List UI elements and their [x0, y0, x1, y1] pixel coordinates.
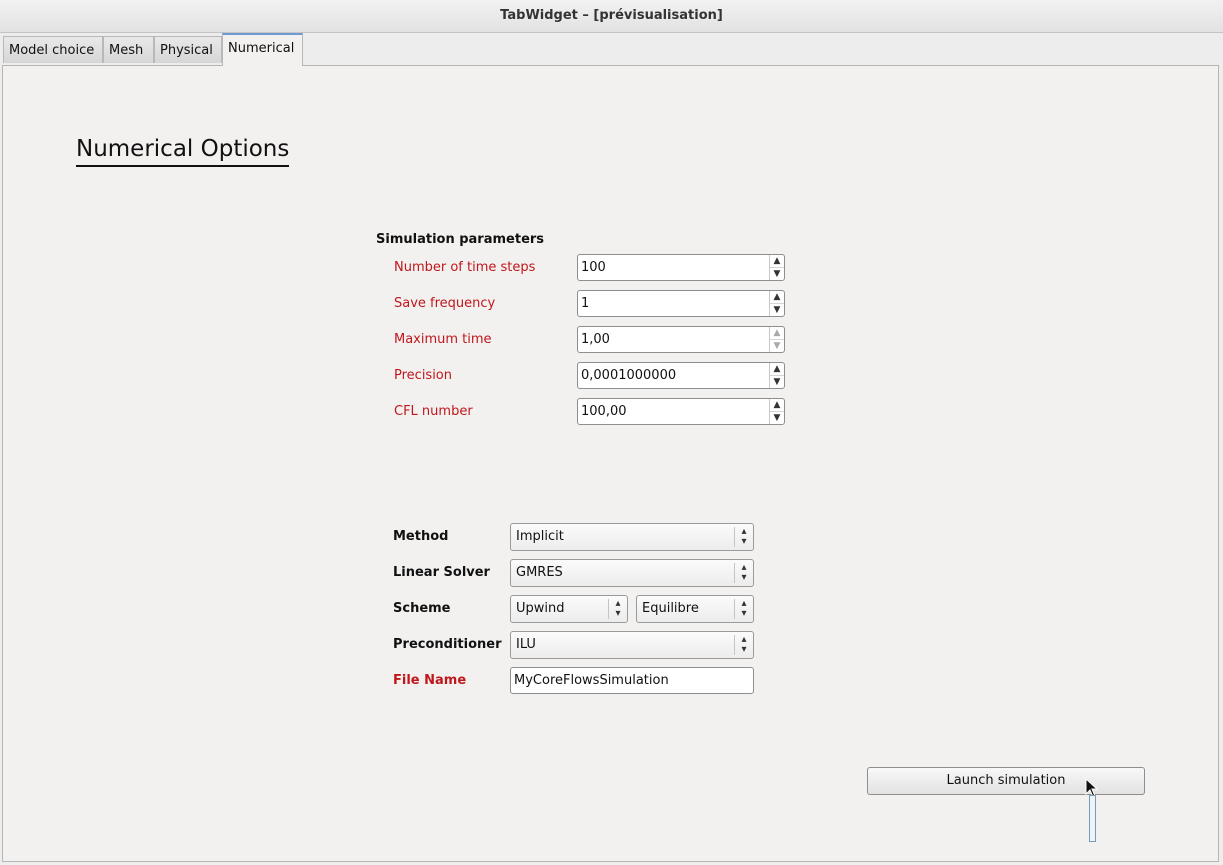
chevron-down-icon[interactable]: ▼ [770, 303, 784, 316]
spin-arrows[interactable]: ▲ ▼ [769, 291, 784, 316]
tab-panel [2, 65, 1219, 862]
scheme-type-combobox[interactable]: Equilibre ▴ ▾ [636, 595, 754, 623]
spin-arrows[interactable]: ▲ ▼ [769, 363, 784, 388]
label-method: Method [393, 529, 449, 544]
tab-physical[interactable]: Physical [154, 36, 222, 63]
chevron-up-icon[interactable]: ▲ [770, 363, 784, 375]
updown-chevron-icon: ▴ ▾ [734, 527, 753, 547]
chevron-up-icon[interactable]: ▲ [770, 327, 784, 339]
method-combobox[interactable]: Implicit ▴ ▾ [510, 523, 754, 551]
combobox-value: Equilibre [642, 601, 699, 616]
spinbox-value: 0,0001000000 [581, 368, 677, 383]
label-scheme: Scheme [393, 601, 451, 616]
label-linear-solver: Linear Solver [393, 565, 490, 580]
combobox-value: Upwind [516, 601, 565, 616]
spin-arrows[interactable]: ▲ ▼ [769, 255, 784, 280]
save-frequency-spinbox[interactable]: 1 ▲ ▼ [577, 290, 785, 317]
preconditioner-combobox[interactable]: ILU ▴ ▾ [510, 631, 754, 659]
tab-numerical[interactable]: Numerical [222, 33, 303, 66]
spinbox-value: 1 [581, 296, 590, 311]
spinbox-value: 100,00 [581, 404, 627, 419]
spin-arrows[interactable]: ▲ ▼ [769, 399, 784, 424]
number-of-time-steps-spinbox[interactable]: 100 ▲ ▼ [577, 254, 785, 281]
updown-chevron-icon: ▴ ▾ [734, 599, 753, 619]
label-number-of-time-steps: Number of time steps [394, 260, 536, 275]
chevron-down-icon[interactable]: ▼ [770, 267, 784, 280]
spinbox-value: 100 [581, 260, 606, 275]
file-name-input[interactable]: MyCoreFlowsSimulation [510, 667, 754, 694]
precision-spinbox[interactable]: 0,0001000000 ▲ ▼ [577, 362, 785, 389]
tab-mesh[interactable]: Mesh [103, 36, 154, 63]
cfl-number-spinbox[interactable]: 100,00 ▲ ▼ [577, 398, 785, 425]
updown-chevron-icon: ▴ ▾ [608, 599, 627, 619]
page-title: Numerical Options [76, 134, 290, 167]
window-title: TabWidget – [prévisualisation] [0, 0, 1223, 33]
label-save-frequency: Save frequency [394, 296, 496, 311]
spinbox-value: 1,00 [581, 332, 610, 347]
label-preconditioner: Preconditioner [393, 637, 502, 652]
updown-chevron-icon: ▴ ▾ [734, 563, 753, 583]
combobox-value: Implicit [516, 529, 564, 544]
combobox-value: GMRES [516, 565, 563, 580]
updown-chevron-icon: ▴ ▾ [734, 635, 753, 655]
spin-arrows[interactable]: ▲ ▼ [769, 327, 784, 352]
tab-model-choice[interactable]: Model choice [3, 36, 103, 63]
maximum-time-spinbox[interactable]: 1,00 ▲ ▼ [577, 326, 785, 353]
chevron-down-icon[interactable]: ▼ [770, 375, 784, 388]
launch-simulation-button[interactable]: Launch simulation [867, 767, 1145, 795]
label-precision: Precision [394, 368, 453, 383]
label-file-name: File Name [393, 673, 467, 688]
chevron-down-icon[interactable]: ▼ [770, 339, 784, 352]
label-cfl-number: CFL number [394, 404, 473, 419]
label-maximum-time: Maximum time [394, 332, 492, 347]
input-value: MyCoreFlowsSimulation [514, 673, 669, 688]
chevron-up-icon[interactable]: ▲ [770, 399, 784, 411]
linear-solver-combobox[interactable]: GMRES ▴ ▾ [510, 559, 754, 587]
tooltip-popup [1089, 795, 1096, 842]
scheme-combobox[interactable]: Upwind ▴ ▾ [510, 595, 628, 623]
chevron-up-icon[interactable]: ▲ [770, 291, 784, 303]
combobox-value: ILU [516, 637, 536, 652]
chevron-down-icon[interactable]: ▼ [770, 411, 784, 424]
section-title-simulation-parameters: Simulation parameters [376, 232, 545, 247]
chevron-up-icon[interactable]: ▲ [770, 255, 784, 267]
